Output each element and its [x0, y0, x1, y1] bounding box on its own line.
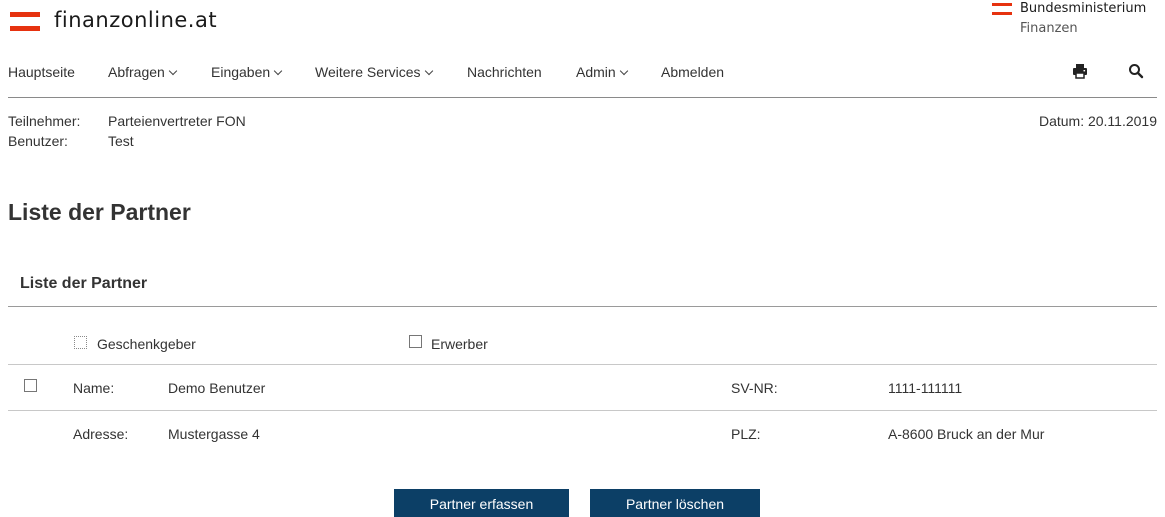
plz-value: A-8600 Bruck an der Mur [888, 426, 1045, 442]
page-title: Liste der Partner [8, 199, 191, 225]
plz-label: PLZ: [731, 426, 761, 442]
partner-erfassen-button[interactable]: Partner erfassen [394, 489, 569, 517]
name-label: Name: [73, 380, 115, 396]
ministry-name-line2: Finanzen [1020, 21, 1078, 36]
nav-label: Nachrichten [467, 64, 542, 80]
nav-label: Weitere Services [315, 64, 421, 80]
svnr-label: SV-NR: [731, 380, 778, 396]
nav-item-hauptseite[interactable]: Hauptseite [8, 64, 75, 80]
nav-item-abfragen[interactable]: Abfragen [108, 64, 178, 80]
erwerber-label: Erwerber [431, 336, 488, 352]
nav-label: Admin [576, 64, 616, 80]
row-divider [8, 410, 1157, 411]
svnr-value: 1111-111111 [888, 380, 963, 396]
geschenkgeber-label: Geschenkgeber [97, 336, 196, 352]
partner-select-checkbox[interactable] [24, 379, 37, 392]
benutzer-label: Benutzer: [8, 133, 68, 149]
row-divider [8, 364, 1157, 365]
erwerber-checkbox[interactable] [409, 335, 422, 348]
nav-item-weitere-services[interactable]: Weitere Services [315, 64, 433, 80]
nav-label: Abmelden [661, 64, 725, 80]
section-divider [8, 306, 1157, 307]
adresse-label: Adresse: [73, 426, 129, 442]
nav-item-eingaben[interactable]: Eingaben [211, 64, 283, 80]
nav-label: Hauptseite [8, 64, 75, 80]
nav-item-admin[interactable]: Admin [576, 64, 628, 80]
nav-item-abmelden[interactable]: Abmelden [661, 64, 724, 80]
nav-label: Eingaben [211, 64, 271, 80]
datum: Datum: 20.11.2019 [1038, 113, 1157, 129]
nav-item-nachrichten[interactable]: Nachrichten [467, 64, 542, 80]
geschenkgeber-checkbox[interactable] [74, 336, 87, 349]
chevron-down-icon [273, 66, 283, 76]
search-icon[interactable] [1127, 62, 1145, 80]
teilnehmer-label: Teilnehmer: [8, 113, 81, 129]
nav-divider [8, 97, 1157, 98]
chevron-down-icon [619, 66, 628, 76]
partner-loeschen-button[interactable]: Partner löschen [590, 489, 760, 517]
chevron-down-icon [168, 66, 178, 76]
benutzer-value: Test [108, 133, 134, 149]
logo-text: finanzonline.at [54, 8, 218, 32]
teilnehmer-value: Parteienvertreter FON [108, 113, 246, 129]
nav-label: Abfragen [108, 64, 165, 80]
print-icon[interactable] [1071, 62, 1089, 80]
ministry-flag-icon [992, 3, 1012, 16]
chevron-down-icon [424, 66, 433, 76]
name-value: Demo Benutzer [168, 380, 266, 396]
ministry-name-line1: Bundesministerium [1020, 1, 1147, 16]
section-title: Liste der Partner [20, 275, 148, 292]
adresse-value: Mustergasse 4 [168, 426, 260, 442]
austria-flag-icon [10, 12, 40, 32]
